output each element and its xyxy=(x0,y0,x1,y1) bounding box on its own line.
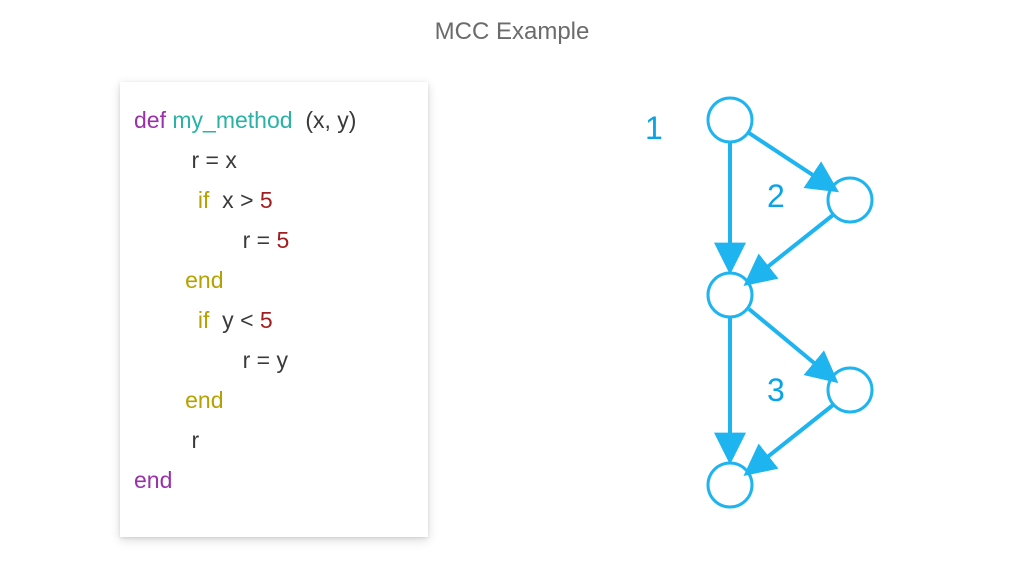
page-title: MCC Example xyxy=(0,18,1024,46)
edge xyxy=(751,405,833,470)
keyword-if: if xyxy=(134,307,209,333)
code-line: r xyxy=(134,420,410,460)
keyword-end: end xyxy=(134,467,172,493)
flow-graph: 1 2 3 xyxy=(550,80,970,540)
code-line: r = y xyxy=(134,340,410,380)
code-line-def: def my_method (x, y) xyxy=(134,100,410,140)
code-line-if2: if y < 5 xyxy=(134,300,410,340)
literal-number: 5 xyxy=(260,187,273,213)
method-name: my_method xyxy=(172,107,292,133)
code-line-end-method: end xyxy=(134,460,410,500)
graph-label-3: 3 xyxy=(767,372,785,409)
keyword-if: if xyxy=(134,187,209,213)
if-cond-text: y < xyxy=(209,307,260,333)
literal-number: 5 xyxy=(277,227,290,253)
keyword-end: end xyxy=(134,267,224,293)
method-params: (x, y) xyxy=(293,107,357,133)
code-snippet-card: def my_method (x, y) r = x if x > 5 r = … xyxy=(120,82,428,537)
if-cond-text: x > xyxy=(209,187,260,213)
graph-node-top xyxy=(708,98,752,142)
literal-number: 5 xyxy=(260,307,273,333)
graph-node-merge1 xyxy=(708,273,752,317)
keyword-end: end xyxy=(134,387,224,413)
code-line-end2: end xyxy=(134,380,410,420)
keyword-def: def xyxy=(134,107,166,133)
code-line: r = 5 xyxy=(134,220,410,260)
edge xyxy=(751,215,833,280)
graph-node-branch1 xyxy=(828,178,872,222)
code-line: r = x xyxy=(134,140,410,180)
edge xyxy=(749,133,831,187)
graph-node-bottom xyxy=(708,463,752,507)
code-line-end1: end xyxy=(134,260,410,300)
assign-text: r = xyxy=(134,227,277,253)
code-line-if1: if x > 5 xyxy=(134,180,410,220)
graph-label-2: 2 xyxy=(767,178,785,215)
edge xyxy=(749,309,831,377)
graph-node-branch2 xyxy=(828,368,872,412)
graph-label-1: 1 xyxy=(645,110,663,147)
